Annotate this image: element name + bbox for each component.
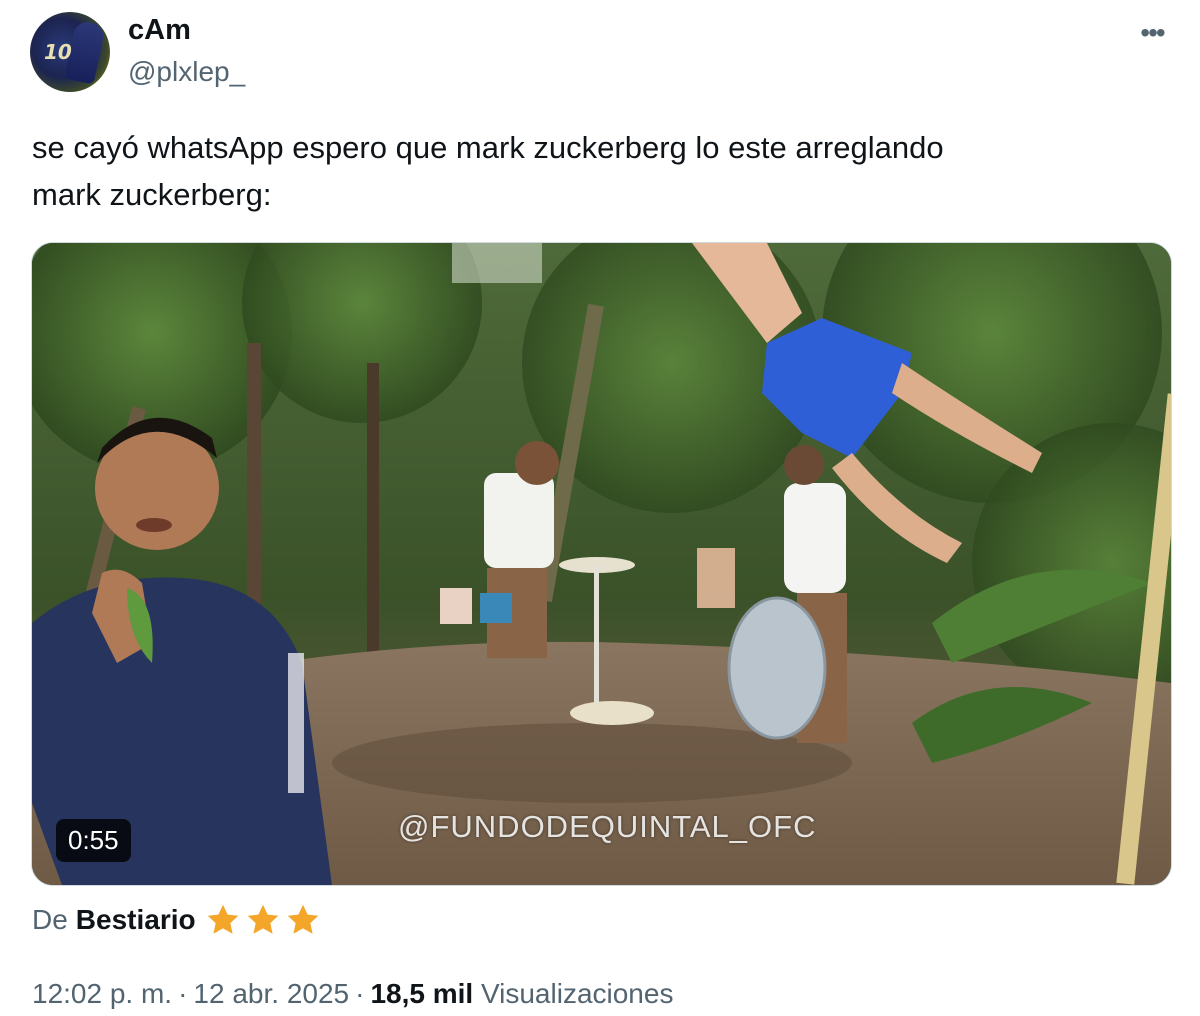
drum-bucket [480,593,512,623]
sky-gap [452,243,542,283]
via-line: De Bestiario [32,902,324,938]
avatar-jersey-number: 10 [44,40,72,64]
cymbal-stand [594,565,599,705]
post-time[interactable]: 12:02 p. m. [32,978,172,1009]
star-icon [207,904,238,934]
tweet-text-line-2: mark zuckerberg: [32,177,272,212]
views-count: 18,5 mil [370,978,474,1009]
star-icon [247,904,278,934]
video-player[interactable]: 0:55 @FUNDODEQUINTAL_OFC [31,242,1172,886]
via-prefix: De [32,904,68,935]
drummer-left-head [515,441,559,485]
drummer-left-body [484,473,554,568]
video-watermark: @FUNDODEQUINTAL_OFC [398,809,817,844]
separator: · [355,978,365,1009]
video-frame [32,243,1171,885]
more-options-button[interactable]: ••• [1132,18,1172,48]
barrel-drum [727,596,827,740]
tweet-card: 10 cAm @plxlep_ ••• se cayó whatsApp esp… [0,0,1200,1016]
video-duration-badge: 0:55 [56,819,131,862]
post-date[interactable]: 12 abr. 2025 [193,978,349,1009]
tweet-text: se cayó whatsApp espero que mark zuckerb… [32,124,1162,218]
tweet-text-line-1: se cayó whatsApp espero que mark zuckerb… [32,130,944,165]
boy-shirt-stripe [288,653,304,793]
views-label: Visualizaciones [480,978,674,1009]
boy-mouth [136,518,172,532]
barrel-drum-top [697,548,735,608]
meta-line: 12:02 p. m. · 12 abr. 2025 · 18,5 mil Visual… [32,978,673,1010]
author-display-name[interactable]: cAm [128,14,191,47]
rating-stars [204,902,324,938]
author-handle[interactable]: @plxlep_ [128,56,245,88]
more-horizontal-icon: ••• [1140,17,1165,48]
star-icon [287,904,318,934]
drummer-right-head [784,445,824,485]
separator: · [178,978,188,1009]
avatar[interactable]: 10 [30,12,110,92]
via-source-link[interactable]: Bestiario [76,904,196,936]
drummer-right-body [784,483,846,593]
stand-base [570,701,654,725]
drum-bucket [440,588,472,624]
